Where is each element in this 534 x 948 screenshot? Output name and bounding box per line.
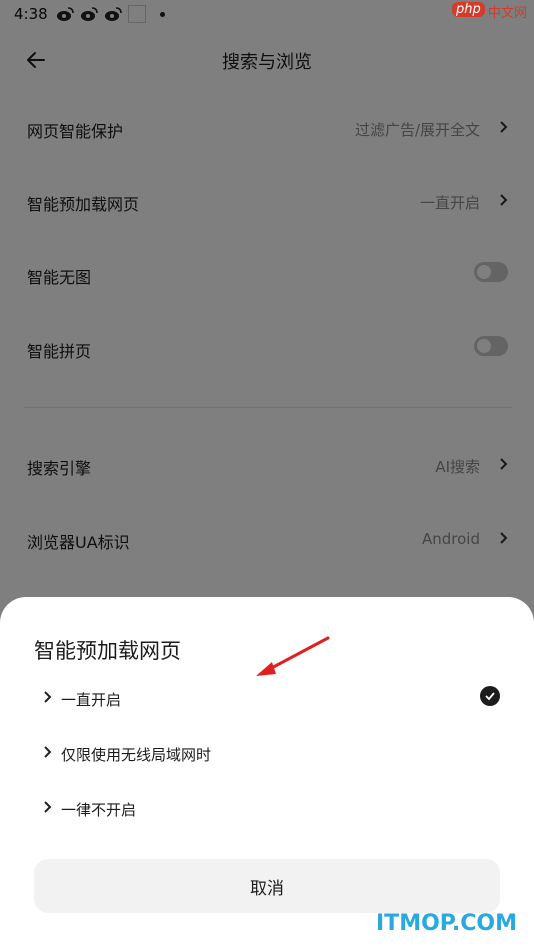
chevron-right-icon xyxy=(44,691,52,703)
chevron-right-icon xyxy=(44,801,52,813)
option-label: 仅限使用无线局域网时 xyxy=(61,746,212,764)
cancel-button[interactable]: 取消 xyxy=(34,859,500,913)
option-label: 一直开启 xyxy=(61,691,122,709)
chevron-right-icon xyxy=(44,746,52,758)
option-label: 一律不开启 xyxy=(61,801,137,819)
cn-watermark: 中文网 xyxy=(488,6,528,21)
php-watermark: php xyxy=(452,2,485,17)
option-always-on[interactable]: 一直开启 xyxy=(0,673,534,727)
option-wifi-only[interactable]: 仅限使用无线局域网时 xyxy=(0,728,534,782)
option-never[interactable]: 一律不开启 xyxy=(0,783,534,837)
sheet-title: 智能预加载网页 xyxy=(34,639,181,663)
annotation-arrow-icon xyxy=(256,636,330,676)
checkmark-icon xyxy=(480,686,500,706)
itmop-watermark: ITMOP.COM xyxy=(376,911,517,936)
